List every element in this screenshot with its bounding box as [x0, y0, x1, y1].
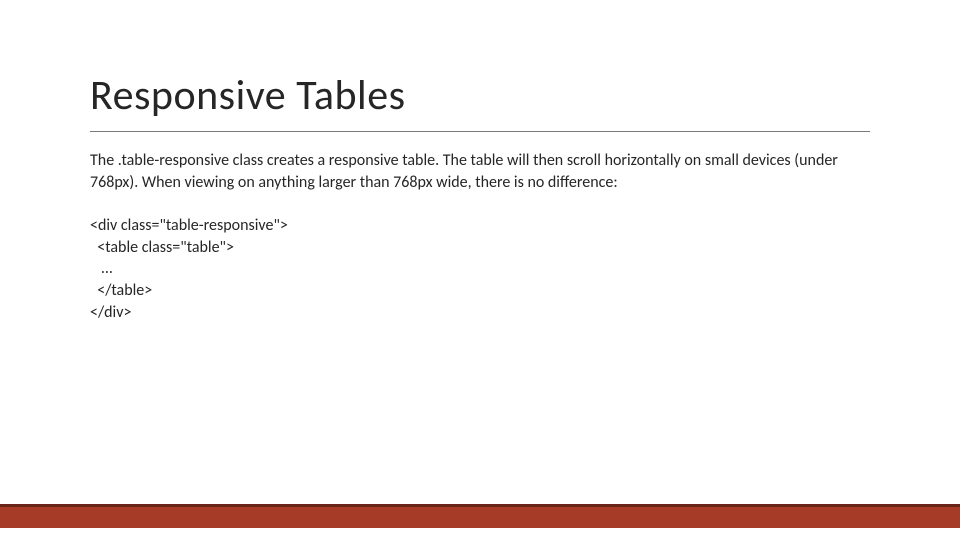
slide-description: The .table-responsive class creates a re…: [90, 150, 870, 193]
slide-title: Responsive Tables: [90, 70, 870, 132]
footer-accent-bar: [0, 504, 960, 528]
code-block: <div class="table-responsive"> <table cl…: [90, 215, 870, 323]
slide: Responsive Tables The .table-responsive …: [0, 0, 960, 540]
